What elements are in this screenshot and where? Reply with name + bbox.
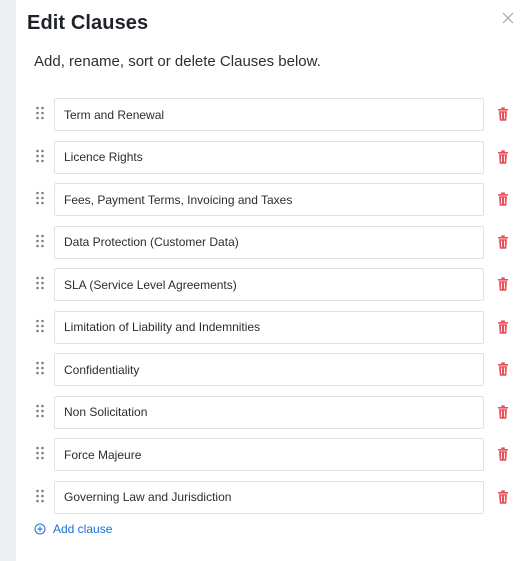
plus-circle-icon (34, 523, 46, 535)
drag-handle-icon[interactable] (35, 360, 45, 376)
clause-name-input[interactable] (54, 353, 484, 386)
trash-icon[interactable] (497, 234, 509, 249)
trash-icon[interactable] (497, 404, 509, 419)
add-clause-label: Add clause (53, 522, 113, 536)
clause-row (16, 480, 527, 515)
drag-handle-icon[interactable] (35, 105, 45, 121)
clause-name-input[interactable] (54, 268, 484, 301)
drag-handle-icon[interactable] (35, 318, 45, 334)
drag-handle-icon[interactable] (35, 148, 45, 164)
trash-icon[interactable] (497, 319, 509, 334)
clause-name-input[interactable] (54, 225, 484, 259)
drag-handle-icon[interactable] (35, 190, 45, 206)
clause-row (16, 140, 527, 175)
clause-name-input[interactable] (54, 438, 484, 471)
clause-row (16, 310, 527, 345)
drag-handle-icon[interactable] (35, 445, 45, 461)
modal-title: Edit Clauses (27, 12, 149, 34)
clause-name-input[interactable] (54, 395, 484, 429)
trash-icon[interactable] (497, 107, 509, 121)
clause-name-input[interactable] (54, 140, 484, 174)
clause-name-input[interactable] (54, 98, 484, 131)
clause-row (16, 395, 527, 430)
drag-handle-icon[interactable] (35, 233, 45, 249)
clause-name-input[interactable] (54, 310, 484, 344)
close-icon[interactable] (501, 11, 515, 25)
drag-handle-icon[interactable] (35, 275, 45, 291)
trash-icon[interactable] (497, 149, 509, 164)
modal-subtitle: Add, rename, sort or delete Clauses belo… (34, 53, 321, 70)
drag-handle-icon[interactable] (35, 488, 45, 504)
edit-clauses-modal: Edit Clauses Add, rename, sort or delete… (16, 0, 527, 561)
clause-name-input[interactable] (54, 183, 484, 216)
clause-list (16, 98, 527, 523)
trash-icon[interactable] (497, 277, 509, 291)
trash-icon[interactable] (497, 489, 509, 504)
clause-row (16, 353, 527, 387)
trash-icon[interactable] (497, 192, 509, 206)
drag-handle-icon[interactable] (35, 403, 45, 419)
page-backdrop (0, 0, 16, 561)
clause-row (16, 438, 527, 472)
clause-name-input[interactable] (54, 480, 484, 514)
clause-row (16, 268, 527, 302)
clause-row (16, 98, 527, 132)
clause-row (16, 183, 527, 217)
clause-row (16, 225, 527, 260)
trash-icon[interactable] (497, 362, 509, 376)
add-clause-button[interactable]: Add clause (34, 522, 112, 536)
trash-icon[interactable] (497, 447, 509, 461)
